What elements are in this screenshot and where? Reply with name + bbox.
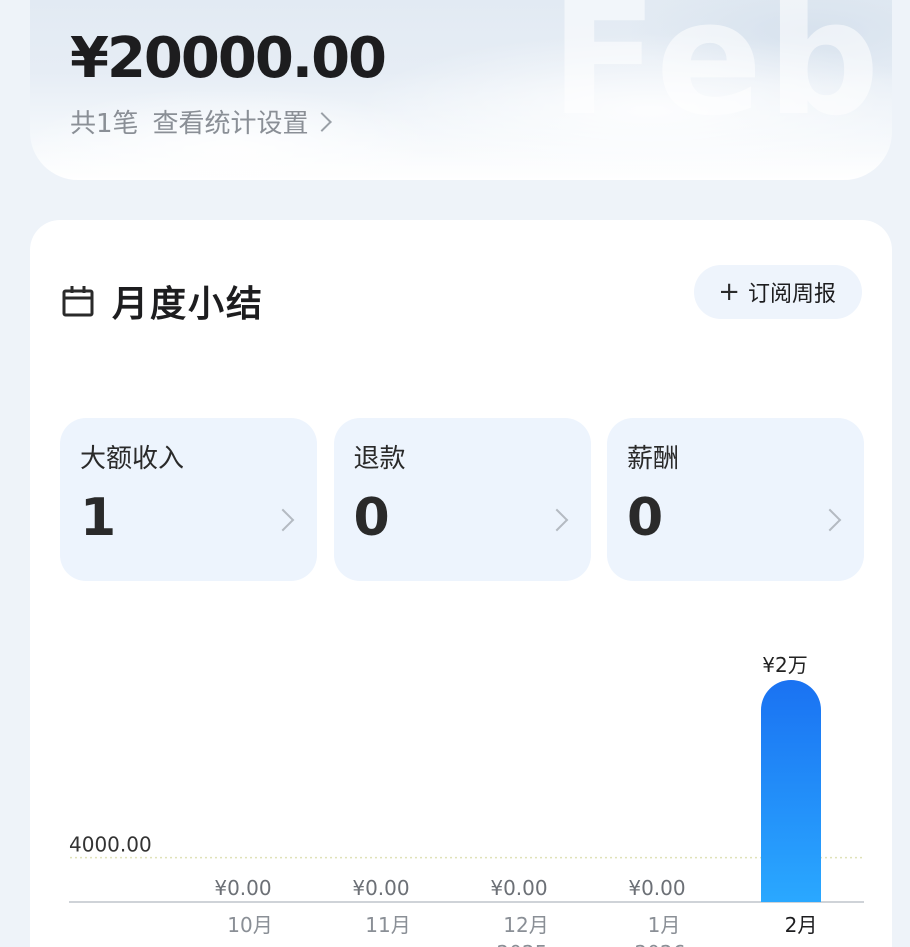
- x-tick-year-label: 2025: [497, 941, 548, 947]
- monthly-bar-chart: 4000.00 ¥0.00 10月 ¥0.00 11月 ¥0.00 12月 2025 ¥0.00…: [30, 620, 892, 947]
- bar-value-label: ¥0.00: [490, 876, 547, 900]
- total-amount: ¥20000.00: [70, 26, 387, 91]
- x-tick-label: 11月: [365, 913, 410, 937]
- summary-subline: 共1笔 查看统计设置: [70, 103, 332, 140]
- month-watermark: Feb: [550, 0, 884, 151]
- stat-value: 0: [627, 488, 664, 548]
- chevron-right-icon: [818, 508, 842, 532]
- bar-value-label: ¥0.00: [352, 876, 409, 900]
- bar-value-label: ¥0.00: [214, 876, 271, 900]
- calendar-icon: [62, 286, 94, 317]
- reference-label: 4000.00: [69, 833, 152, 857]
- page: Feb ¥20000.00 共1笔 查看统计设置 月度小结 + 订阅周报 大额收…: [0, 0, 910, 947]
- stat-card-salary[interactable]: 薪酬 0: [607, 418, 864, 581]
- chart-svg: 4000.00 ¥0.00 10月 ¥0.00 11月 ¥0.00 12月 2025 ¥0.00…: [69, 653, 864, 947]
- x-tick-label: 1月: [648, 913, 681, 937]
- bar-value-label: ¥2万: [762, 653, 807, 677]
- summary-title: 月度小结: [112, 284, 265, 325]
- plus-icon: +: [718, 277, 740, 307]
- stat-value: 1: [80, 488, 117, 548]
- x-tick-label: 10月: [227, 913, 272, 937]
- monthly-summary-card: 月度小结 + 订阅周报 大额收入 1 退款 0 薪酬 0 4000.00 ¥0.…: [30, 220, 892, 947]
- chevron-right-icon: [545, 508, 568, 532]
- stats-settings-link[interactable]: 查看统计设置: [152, 103, 332, 140]
- x-tick-label: 2月: [785, 913, 818, 937]
- stat-label: 大额收入: [80, 444, 185, 474]
- stat-label: 薪酬: [627, 444, 680, 474]
- x-tick-year-label: 2026: [635, 941, 686, 947]
- summary-header: 月度小结: [62, 275, 264, 327]
- x-tick-label: 12月: [503, 913, 548, 937]
- stat-label: 退款: [353, 444, 406, 474]
- chart-bar-2月: [761, 680, 821, 902]
- stats-row: 大额收入 1 退款 0 薪酬 0: [60, 418, 864, 581]
- chevron-right-icon: [271, 508, 295, 532]
- month-total-card[interactable]: Feb ¥20000.00 共1笔 查看统计设置: [30, 0, 892, 180]
- chevron-right-icon: [311, 111, 332, 132]
- stat-card-refund[interactable]: 退款 0: [333, 418, 591, 581]
- stat-card-large-income[interactable]: 大额收入 1: [60, 418, 317, 581]
- subscribe-weekly-button[interactable]: + 订阅周报: [694, 265, 862, 319]
- stat-value: 0: [353, 488, 390, 548]
- stats-settings-label: 查看统计设置: [152, 109, 309, 139]
- subscribe-label: 订阅周报: [747, 282, 836, 307]
- transaction-count: 共1笔: [70, 109, 139, 139]
- bar-value-label: ¥0.00: [628, 876, 685, 900]
